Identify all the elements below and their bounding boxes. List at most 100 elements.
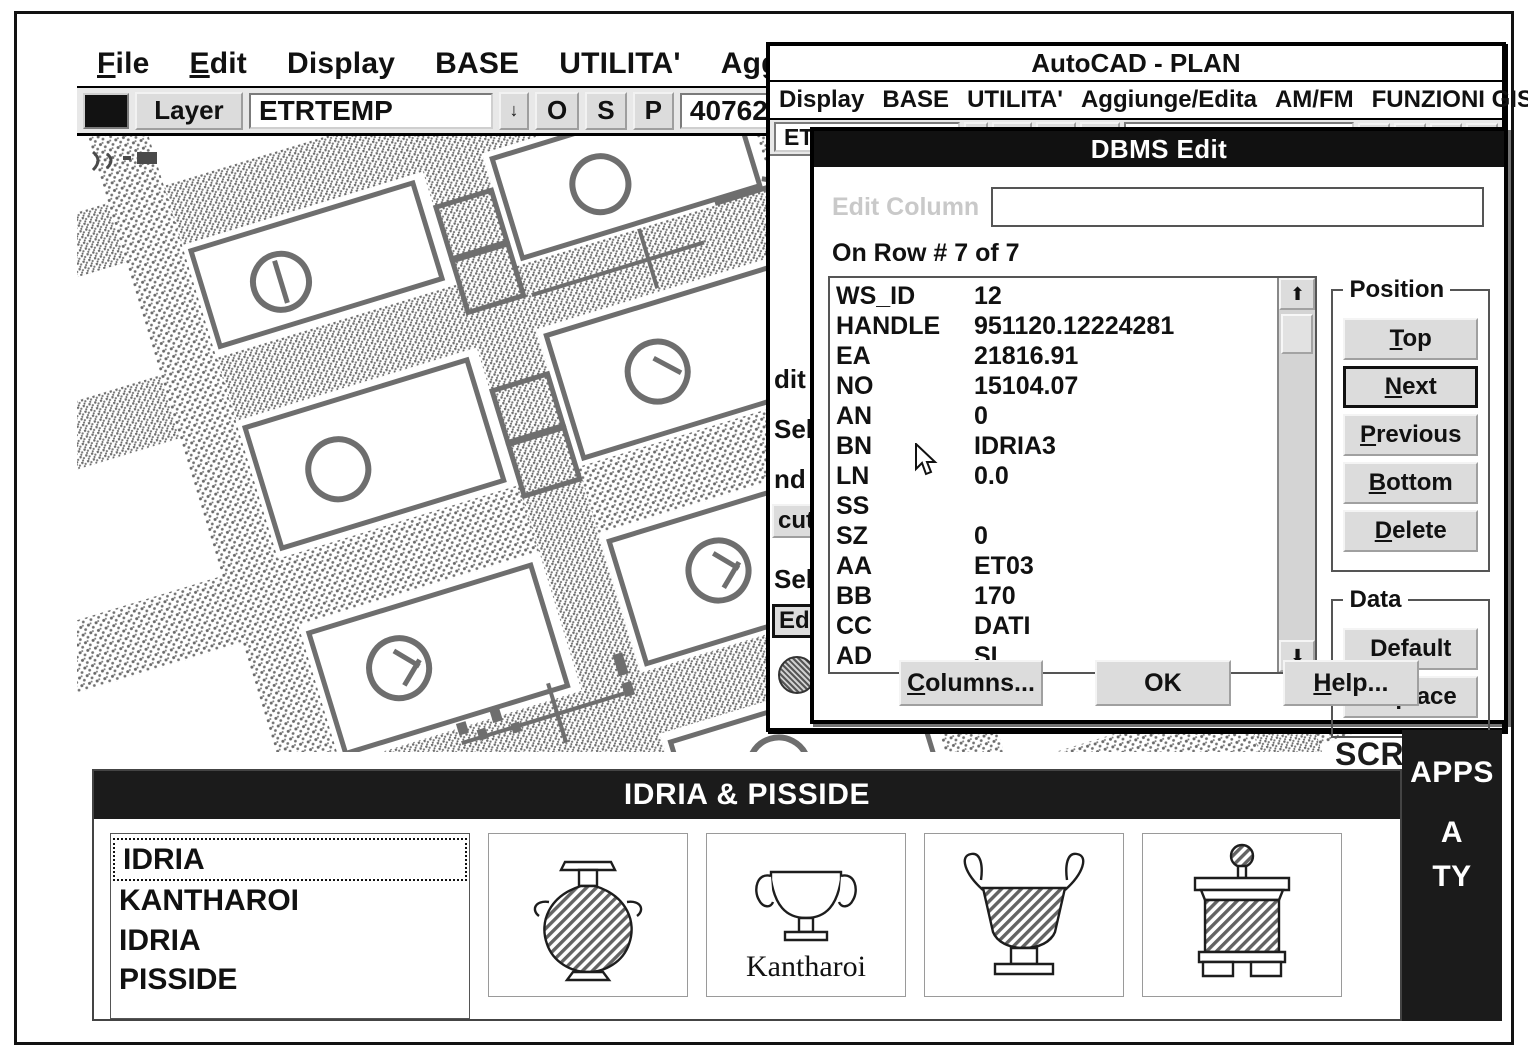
dbms-edit-dialog[interactable]: DBMS Edit Edit Column On Row # 7 of 7 WS… — [810, 127, 1508, 738]
top-button[interactable]: Top — [1343, 318, 1478, 360]
scrollbar-track[interactable] — [1279, 310, 1316, 640]
screenshot-root: File Edit Display BASE UTILITA' Aggiunge… — [0, 0, 1528, 1059]
next-button[interactable]: Next — [1343, 366, 1478, 408]
plan-menu-display[interactable]: Display — [770, 86, 873, 114]
plan-menu-aggiunge-edita[interactable]: Aggiunge/Edita — [1072, 86, 1266, 114]
column-key: CC — [836, 611, 873, 640]
scrollbar-thumb[interactable] — [1281, 314, 1314, 354]
list-item[interactable]: KANTHAROI — [111, 881, 469, 920]
delete-button[interactable]: Delete — [1343, 510, 1478, 552]
column-key: WS_ID — [836, 281, 916, 310]
menu-item-edit[interactable]: Edit — [170, 47, 267, 81]
layer-name-field[interactable]: ETRTEMP — [249, 92, 493, 129]
catalog-panel-body: IDRIA KANTHAROI IDRIA PISSIDE Kantharoi — [94, 819, 1400, 1033]
column-value-row[interactable]: NO 15104.07 — [836, 371, 1277, 401]
side-strip-item-ty[interactable]: TY — [1402, 860, 1502, 894]
osnap-button-o[interactable]: O — [535, 91, 580, 130]
edit-column-input[interactable] — [991, 187, 1484, 227]
column-value-row[interactable]: BB 170 — [836, 581, 1277, 611]
column-value-row[interactable]: SS — [836, 491, 1277, 521]
column-value-row[interactable]: WS_ID 12 — [836, 281, 1277, 311]
mouse-cursor-icon — [915, 443, 938, 476]
column-key: HANDLE — [836, 311, 941, 340]
column-key: AA — [836, 551, 873, 580]
plan-menu-bar: Display BASE UTILITA' Aggiunge/Edita AM/… — [770, 82, 1528, 120]
dialog-footer-buttons: Columns... OK Help... — [814, 660, 1504, 706]
columns-button[interactable]: Columns... — [899, 660, 1043, 706]
column-value: 15104.07 — [974, 371, 1079, 400]
menu-item-display[interactable]: Display — [267, 47, 415, 81]
side-strip-item-apps[interactable]: APPS — [1402, 756, 1502, 790]
osnap-button-p[interactable]: P — [632, 91, 674, 130]
column-value-row[interactable]: CC DATI — [836, 611, 1277, 641]
position-group-legend: Position — [1349, 276, 1445, 303]
thumbnail-pisside[interactable] — [1142, 833, 1342, 997]
column-value: 21816.91 — [974, 341, 1079, 370]
column-value: 951120.12224281 — [974, 311, 1175, 340]
column-value: 170 — [974, 581, 1016, 610]
menu-item-base[interactable]: BASE — [415, 47, 539, 81]
plan-menu-amfm[interactable]: AM/FM — [1266, 86, 1363, 114]
color-swatch-button[interactable] — [83, 92, 129, 129]
column-value-row[interactable]: EA 21816.91 — [836, 341, 1277, 371]
figure-frame: File Edit Display BASE UTILITA' Aggiunge… — [14, 11, 1528, 1045]
edit-column-label: Edit Column — [832, 192, 980, 221]
column-key: EA — [836, 341, 871, 370]
column-key: AN — [836, 401, 873, 430]
help-button[interactable]: Help... — [1282, 660, 1419, 706]
column-value: 0 — [974, 521, 988, 550]
ok-button[interactable]: OK — [1094, 660, 1231, 706]
catalog-panel: IDRIA & PISSIDE IDRIA KANTHAROI IDRIA PI… — [92, 769, 1402, 1021]
thumbnail-idria[interactable] — [488, 833, 688, 997]
layer-button[interactable]: Layer — [135, 91, 243, 130]
catalog-list[interactable]: IDRIA KANTHAROI IDRIA PISSIDE — [110, 833, 470, 1019]
kantharos-cup-icon — [755, 870, 857, 942]
chevron-down-icon[interactable]: ↓ — [499, 91, 529, 130]
column-key: BB — [836, 581, 873, 610]
column-key: BN — [836, 431, 873, 460]
osnap-button-s[interactable]: S — [585, 91, 627, 130]
thumbnail-kantharoi[interactable]: Kantharoi — [706, 833, 906, 997]
list-item[interactable]: IDRIA — [111, 921, 469, 960]
thumbnail-kantharos-stemmed[interactable] — [924, 833, 1124, 997]
menu-item-file[interactable]: File — [77, 47, 170, 81]
column-key: NO — [836, 371, 874, 400]
data-group-legend: Data — [1349, 586, 1402, 613]
column-key: SS — [836, 491, 870, 520]
column-value-row[interactable]: LN 0.0 — [836, 461, 1277, 491]
column-value: DATI — [974, 611, 1031, 640]
column-value: ET03 — [974, 551, 1034, 580]
column-key: LN — [836, 461, 870, 490]
column-value-row[interactable]: BN IDRIA3 — [836, 431, 1277, 461]
column-value-row[interactable]: SZ 0 — [836, 521, 1277, 551]
list-item[interactable]: IDRIA — [113, 838, 467, 882]
column-value-row[interactable]: AN 0 — [836, 401, 1277, 431]
plan-window-title: AutoCAD - PLAN — [770, 46, 1502, 82]
plan-menu-base[interactable]: BASE — [873, 86, 958, 114]
column-value: 0.0 — [974, 461, 1009, 490]
column-key: SZ — [836, 521, 868, 550]
column-value-list[interactable]: WS_ID 12 HANDLE 951120.12224281 EA 21816.91 NO… — [830, 278, 1277, 672]
bottom-button[interactable]: Bottom — [1343, 462, 1478, 504]
side-strip-menu: APPS A TY — [1402, 730, 1502, 1021]
idria-vase-icon — [533, 860, 643, 982]
plan-menu-funzioni-gis[interactable]: FUNZIONI GIS — [1363, 86, 1528, 114]
position-group: Position Top Next Previous Bottom Delete — [1331, 276, 1490, 572]
vertical-scrollbar[interactable]: ⬆ ⬇ — [1277, 278, 1316, 672]
column-value: 12 — [974, 281, 1002, 310]
column-value-row[interactable]: HANDLE 951120.12224281 — [836, 311, 1277, 341]
row-status-text: On Row # 7 of 7 — [832, 239, 1020, 267]
side-strip-item-a[interactable]: A — [1402, 816, 1502, 850]
previous-button[interactable]: Previous — [1343, 414, 1478, 456]
pyxis-lidded-box-icon — [1193, 843, 1291, 978]
list-item[interactable]: PISSIDE — [111, 960, 469, 999]
column-value-listbox[interactable]: WS_ID 12 HANDLE 951120.12224281 EA 21816.91 NO… — [828, 276, 1318, 674]
menu-item-utilita[interactable]: UTILITA' — [539, 47, 700, 81]
thumbnail-caption: Kantharoi — [746, 950, 866, 983]
edit-column-row: Edit Column — [832, 187, 1490, 227]
scroll-up-arrow-icon[interactable]: ⬆ — [1279, 278, 1316, 310]
kantharos-stemmed-icon — [963, 852, 1085, 976]
catalog-panel-title: IDRIA & PISSIDE — [94, 771, 1400, 819]
column-value-row[interactable]: AA ET03 — [836, 551, 1277, 581]
plan-menu-utilita[interactable]: UTILITA' — [958, 86, 1072, 114]
